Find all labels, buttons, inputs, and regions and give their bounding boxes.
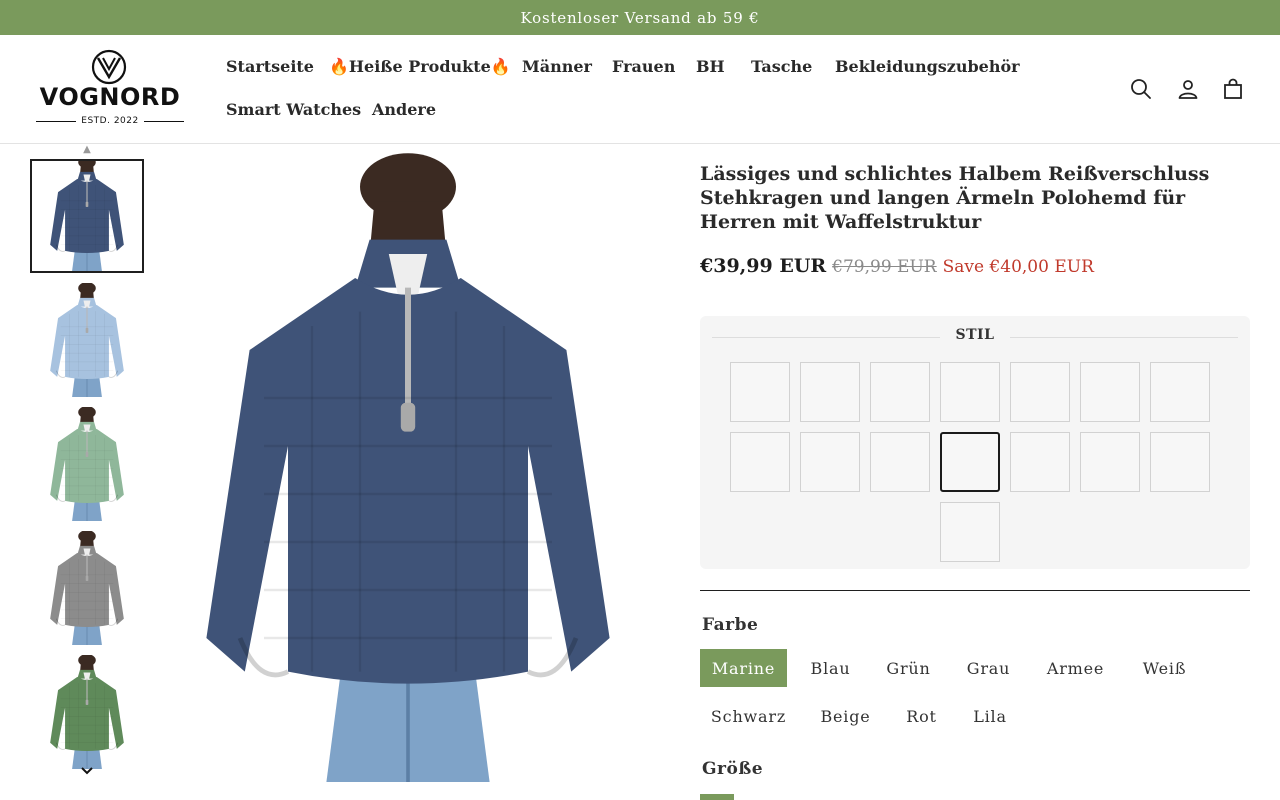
nav-item-bh[interactable]: BH (696, 57, 725, 76)
color-label: Farbe (702, 615, 759, 635)
nav-item-maenner[interactable]: Männer (522, 57, 592, 76)
tagline-rule-right (143, 120, 185, 122)
color-option-armee[interactable]: Armee (1034, 649, 1117, 687)
brand-logo[interactable]: VOGNORD ESTD. 2022 (34, 49, 186, 127)
sale-price: €39,99 EUR (700, 255, 827, 277)
thumbnail-image (50, 531, 124, 645)
color-option-gruen[interactable]: Grün (874, 649, 943, 687)
style-picker: STIL (700, 316, 1250, 569)
announcement-text: Kostenloser Versand ab 59 € (520, 8, 760, 27)
thumbnail-image (50, 407, 124, 521)
nav-item-startseite[interactable]: Startseite (226, 57, 314, 76)
nav-item-andere[interactable]: Andere (372, 100, 436, 119)
thumbnail-image (50, 283, 124, 397)
thumbnail-image (50, 655, 124, 769)
thumbnail-item[interactable] (30, 531, 144, 645)
size-label: Größe (702, 759, 764, 779)
nav-item-tasche[interactable]: Tasche (751, 57, 812, 76)
thumbnail-item[interactable] (30, 283, 144, 397)
style-swatch[interactable] (730, 432, 790, 492)
style-swatch[interactable] (800, 362, 860, 422)
style-label: STIL (955, 327, 995, 343)
color-option-schwarz[interactable]: Schwarz (700, 697, 797, 735)
nav-item-frauen[interactable]: Frauen (612, 57, 675, 76)
nav-item-heisse-produkte[interactable]: 🔥Heiße Produkte🔥 (329, 57, 511, 76)
color-option-beige[interactable]: Beige (809, 697, 882, 735)
size-option-selected[interactable] (700, 794, 734, 800)
thumbnail-scroll-up-icon[interactable]: ▲ (80, 144, 94, 155)
style-swatch[interactable] (1150, 432, 1210, 492)
style-swatch[interactable] (1150, 362, 1210, 422)
style-swatch[interactable] (940, 362, 1000, 422)
thumbnail-item[interactable] (30, 655, 144, 769)
price-row: €39,99 EUR €79,99 EUR Save €40,00 EUR (700, 255, 1260, 277)
style-swatch[interactable] (870, 362, 930, 422)
thumbnail-scroll-down-icon[interactable] (79, 763, 95, 779)
style-swatch[interactable] (940, 502, 1000, 562)
color-option-rot[interactable]: Rot (894, 697, 949, 735)
style-swatch[interactable] (1010, 362, 1070, 422)
product-title: Lässiges und schlichtes Halbem Reißversc… (700, 163, 1210, 233)
color-option-weiss[interactable]: Weiß (1129, 649, 1200, 687)
compare-price: €79,99 EUR (832, 257, 937, 277)
style-swatch[interactable] (800, 432, 860, 492)
color-option-grau[interactable]: Grau (955, 649, 1022, 687)
search-icon[interactable] (1129, 77, 1153, 101)
site-header: VOGNORD ESTD. 2022 Startseite 🔥Heiße Pro… (0, 35, 1280, 144)
announcement-bar: Kostenloser Versand ab 59 € (0, 0, 1280, 35)
logo-emblem-icon (91, 49, 127, 85)
style-swatch[interactable] (940, 432, 1000, 492)
color-option-blau[interactable]: Blau (799, 649, 862, 687)
color-option-marine[interactable]: Marine (700, 649, 787, 687)
thumbnail-item[interactable] (30, 407, 144, 521)
brand-tagline: ESTD. 2022 (81, 116, 139, 126)
cart-icon[interactable] (1221, 77, 1245, 101)
thumbnail-image (50, 161, 124, 271)
style-swatch[interactable] (1080, 432, 1140, 492)
thumbnail-gallery: ▲ (30, 144, 144, 784)
style-swatch[interactable] (1010, 432, 1070, 492)
nav-item-bekleidungszubehoer[interactable]: Bekleidungszubehör (835, 57, 1020, 76)
savings-text: Save €40,00 EUR (942, 257, 1094, 277)
style-swatch[interactable] (1080, 362, 1140, 422)
account-icon[interactable] (1176, 77, 1200, 101)
brand-name: VOGNORD (39, 83, 181, 111)
brand-tagline-row: ESTD. 2022 (36, 115, 185, 127)
section-divider (700, 590, 1250, 591)
main-product-image[interactable] (168, 144, 648, 782)
nav-item-smart-watches[interactable]: Smart Watches (226, 100, 361, 119)
style-swatch[interactable] (730, 362, 790, 422)
style-swatch[interactable] (870, 432, 930, 492)
color-option-lila[interactable]: Lila (961, 697, 1019, 735)
thumbnail-item[interactable] (30, 159, 144, 273)
tagline-rule-left (36, 120, 77, 122)
product-photo (206, 153, 610, 782)
